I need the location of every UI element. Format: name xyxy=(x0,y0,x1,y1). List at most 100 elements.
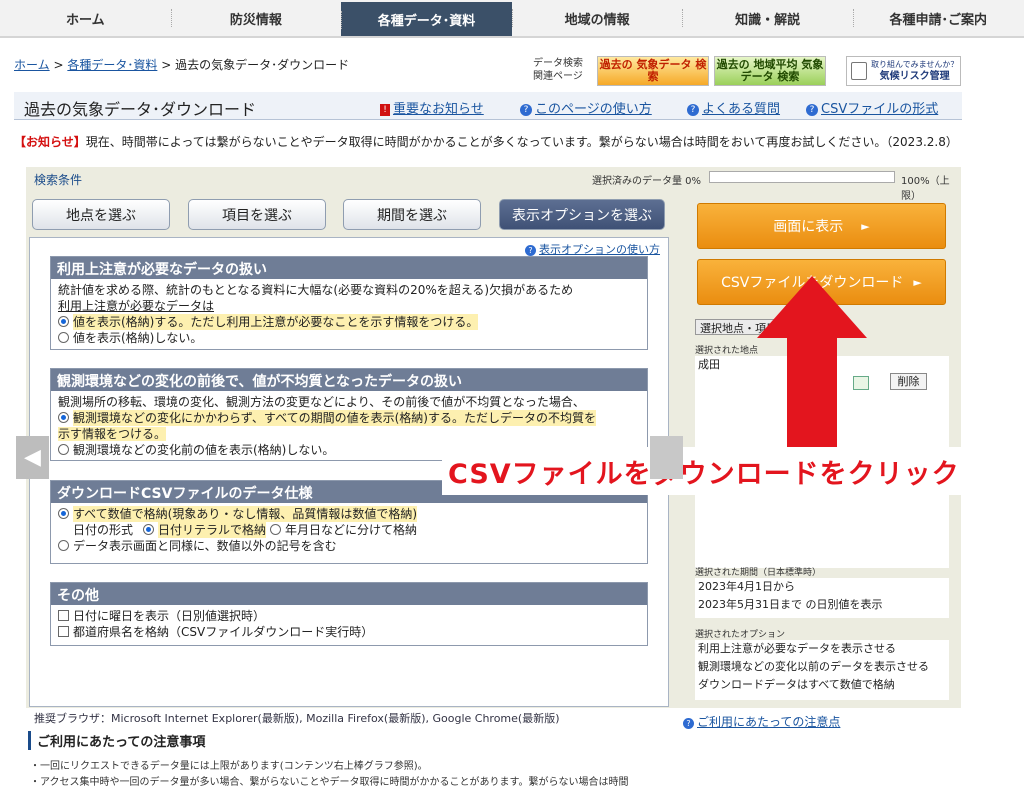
section-title: その他 xyxy=(51,583,647,605)
title-bar: 過去の気象データ･ダウンロード ! 重要なお知らせ ? このページの使い方 ? よくあ… xyxy=(14,92,962,120)
help-icon: ? xyxy=(520,104,532,116)
checkbox-prefecture[interactable]: 都道府県名を格納（CSVファイルダウンロード実行時） xyxy=(51,624,647,640)
faq-text: よくある質問 xyxy=(702,102,781,117)
selected-options-box: 利用上注意が必要なデータを表示させる 観測環境などの変化以前のデータを表示させる… xyxy=(695,640,949,700)
house-icon xyxy=(851,62,867,80)
selected-period-box: 2023年4月1日から 2023年5月31日まで の日別値を表示 xyxy=(695,578,949,618)
radio-show-with-flag[interactable]: 値を表示(格納)する。ただし利用上注意が必要なことを示す情報をつける。 xyxy=(51,314,647,330)
tab-select-item[interactable]: 項目を選ぶ xyxy=(188,199,326,230)
options-help-link[interactable]: ? 表示オプションの使い方 xyxy=(525,241,660,257)
section-desc: 統計値を求める際、統計のもととなる資料に大幅な(必要な資料の20%を超える)欠損… xyxy=(58,283,574,297)
play-icon: ► xyxy=(861,219,870,233)
section-desc: 観測場所の移転、環境の変化、観測方法の変更などにより、その前後で値が不均質となっ… xyxy=(58,395,585,409)
prev-arrow-button[interactable]: ◀ xyxy=(16,436,49,479)
radio-label: 観測環境などの変化にかかわらず、すべての期間の値を表示(格納)する。ただしデータ… xyxy=(73,410,596,426)
data-amount-bar xyxy=(709,171,895,183)
recommended-browsers: 推奨ブラウザ：Microsoft Internet Explorer(最新版),… xyxy=(34,712,560,725)
csv-format-link[interactable]: ? CSVファイルの形式 xyxy=(806,98,938,117)
tab-display-options[interactable]: 表示オプションを選ぶ xyxy=(499,199,665,230)
section-title: 観測環境などの変化の前後で、値が不均質となったデータの扱い xyxy=(51,369,647,391)
radio-icon xyxy=(58,508,69,519)
section-other: その他 日付に曜日を表示（日別値選択時） 都道府県名を格納（CSVファイルダウン… xyxy=(50,582,648,646)
usage-notes-link[interactable]: ? ご利用にあたっての注意点 xyxy=(683,713,840,730)
section-title: 利用上注意が必要なデータの扱い xyxy=(51,257,647,279)
nav-home[interactable]: ホーム xyxy=(0,0,171,36)
radio-label-cont: 示す情報をつける。 xyxy=(51,426,647,442)
radio-all-numeric[interactable]: すべて数値で格納(現象あり・なし情報、品質情報は数値で格納) xyxy=(51,506,647,522)
data-amount-max: 100%（上限） xyxy=(901,176,950,202)
csv-format-text: CSVファイルの形式 xyxy=(821,102,939,117)
checkbox-label: 日付に曜日を表示（日別値選択時） xyxy=(73,609,266,623)
radio-include-symbols[interactable]: データ表示画面と同様に、数値以外の記号を含む xyxy=(51,538,647,554)
checkbox-weekday[interactable]: 日付に曜日を表示（日別値選択時） xyxy=(51,608,647,624)
radio-date-literal[interactable] xyxy=(143,524,155,535)
selected-options-label: 選択されたオプション xyxy=(695,630,786,640)
checkbox-icon xyxy=(58,626,69,637)
notice-banner: 【お知らせ】現在、時間帯によっては繋がらないことやデータ取得に時間がかかることが… xyxy=(14,133,958,150)
alert-icon: ! xyxy=(380,104,390,116)
breadcrumb-data[interactable]: 各種データ･資料 xyxy=(67,58,157,72)
radio-date-split[interactable] xyxy=(270,524,282,535)
page-usage-text: このページの使い方 xyxy=(535,102,652,117)
options-help-text: 表示オプションの使い方 xyxy=(539,243,660,256)
nav-data[interactable]: 各種データ･資料 xyxy=(341,2,512,36)
nav-application[interactable]: 各種申請･ご案内 xyxy=(852,0,1024,36)
period-from: 2023年4月1日から xyxy=(698,580,795,593)
date-format-label: 日付の形式 xyxy=(73,523,134,537)
related-pages-label: データ検索 関連ページ xyxy=(533,57,583,83)
regional-average-banner[interactable]: 過去の 地域平均 気象データ 検索 xyxy=(714,56,826,86)
caution-item: ・アクセス集中時や一回のデータ量が多い場合、繋がらないことやデータ取得に時間がか… xyxy=(30,777,629,788)
related-line1: データ検索 xyxy=(533,58,583,69)
related-line2: 関連ページ xyxy=(533,71,583,82)
caution-item: ・一回にリクエストできるデータ量には上限があります(コンテンツ右上棒グラフ参照)… xyxy=(30,761,428,772)
show-on-screen-button[interactable]: 画面に表示 ► xyxy=(697,203,946,249)
left-arrow-icon: ◀ xyxy=(24,445,41,470)
past-banner-text: 過去の 気象データ 検索 xyxy=(599,58,707,83)
nav-knowledge[interactable]: 知識・解説 xyxy=(682,0,853,36)
radio-icon xyxy=(58,444,69,455)
checkbox-label: 都道府県名を格納（CSVファイルダウンロード実行時） xyxy=(73,625,374,639)
climate-risk-banner[interactable]: 取り組んでみませんか？ 気候リスク管理 xyxy=(846,56,961,86)
radio-icon xyxy=(58,540,69,551)
help-icon: ? xyxy=(806,104,818,116)
radio-label: すべて数値で格納(現象あり・なし情報、品質情報は数値で格納) xyxy=(73,506,418,522)
option-summary: 観測環境などの変化以前のデータを表示させる xyxy=(698,660,929,673)
point-name: 成田 xyxy=(698,358,720,371)
risk-banner-top: 取り組んでみませんか？ xyxy=(871,60,959,69)
page-usage-link[interactable]: ? このページの使い方 xyxy=(520,98,652,117)
radio-hide-values[interactable]: 値を表示(格納)しない。 xyxy=(51,330,647,346)
radio-label: データ表示画面と同様に、数値以外の記号を含む xyxy=(73,539,337,553)
breadcrumb: ホーム > 各種データ･資料 > 過去の気象データ･ダウンロード xyxy=(14,56,349,73)
radio-label: 観測環境などの変化前の値を表示(格納)しない。 xyxy=(73,443,335,457)
normals-banner-text: 過去の 地域平均 気象データ 検索 xyxy=(716,58,824,83)
usage-notes-text: ご利用にあたっての注意点 xyxy=(697,715,841,729)
past-weather-banner[interactable]: 過去の 気象データ 検索 xyxy=(597,56,709,86)
date-format-row: 日付の形式 日付リテラルで格納 年月日などに分けて格納 xyxy=(51,522,647,538)
radio-label: 日付リテラルで格納 xyxy=(158,522,267,538)
radio-icon xyxy=(58,332,69,343)
help-icon: ? xyxy=(687,104,699,116)
tab-select-period[interactable]: 期間を選ぶ xyxy=(343,199,481,230)
breadcrumb-home[interactable]: ホーム xyxy=(14,58,50,72)
important-notice-link[interactable]: ! 重要なお知らせ xyxy=(380,98,484,117)
breadcrumb-current: 過去の気象データ･ダウンロード xyxy=(175,58,350,72)
delete-point-button[interactable]: 削除 xyxy=(890,373,927,390)
section-desc: 利用上注意が必要なデータは xyxy=(58,299,215,313)
next-arrow-button[interactable] xyxy=(650,436,683,479)
global-nav: ホーム 防災情報 各種データ･資料 地域の情報 知識・解説 各種申請･ご案内 xyxy=(0,0,1024,38)
help-icon: ? xyxy=(683,718,694,729)
page-title: 過去の気象データ･ダウンロード xyxy=(24,100,257,119)
checkbox-icon xyxy=(58,610,69,621)
notice-tag: 【お知らせ】 xyxy=(14,135,86,149)
tab-select-point[interactable]: 地点を選ぶ xyxy=(32,199,170,230)
instruction-overlay: CSVファイルをダウンロードをクリック xyxy=(442,447,1006,495)
important-notice-text: 重要なお知らせ xyxy=(393,102,484,117)
radio-show-all-periods[interactable]: 観測環境などの変化にかかわらず、すべての期間の値を表示(格納)する。ただしデータ… xyxy=(51,410,647,426)
nav-region[interactable]: 地域の情報 xyxy=(511,0,683,36)
nav-disaster[interactable]: 防災情報 xyxy=(170,0,342,36)
breadcrumb-sep: > xyxy=(161,58,172,72)
option-summary: 利用上注意が必要なデータを表示させる xyxy=(698,642,896,655)
radio-label: 年月日などに分けて格納 xyxy=(285,523,418,537)
faq-link[interactable]: ? よくある質問 xyxy=(687,98,780,117)
radio-label: 値を表示(格納)する。ただし利用上注意が必要なことを示す情報をつける。 xyxy=(73,314,479,330)
